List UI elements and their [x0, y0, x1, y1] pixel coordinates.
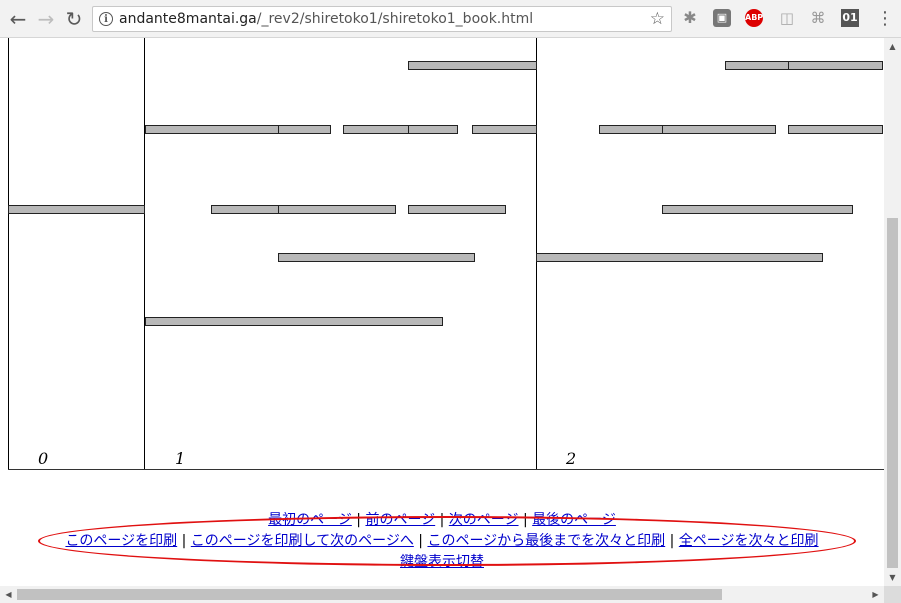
url-path: /_rev2/shiretoko1/shiretoko1_book.html: [256, 11, 534, 27]
link-separator: |: [356, 512, 361, 528]
reload-button[interactable]: ↻: [62, 7, 86, 31]
first-page-link[interactable]: 最初のページ: [268, 512, 352, 528]
page-number: 1: [175, 449, 186, 468]
forward-icon: →: [37, 7, 55, 31]
note-bar: [408, 61, 537, 70]
pdf-extension-icon[interactable]: ⌘: [809, 9, 827, 27]
horizontal-scroll-thumb[interactable]: [17, 589, 722, 600]
cast-icon[interactable]: ◫: [778, 9, 796, 27]
note-bar: [788, 125, 883, 134]
scroll-up-arrow-icon[interactable]: ▲: [884, 38, 901, 55]
link-separator: |: [669, 533, 675, 549]
horizontal-scrollbar[interactable]: ◀ ▶: [0, 586, 884, 603]
keyboard-toggle-row: 鍵盤表示切替: [0, 552, 884, 573]
scroll-right-arrow-icon[interactable]: ▶: [867, 586, 884, 603]
link-separator: |: [418, 533, 423, 549]
note-bar: [278, 125, 331, 134]
note-bar: [536, 253, 823, 262]
link-separator: |: [181, 533, 187, 549]
page-viewport: 0 1 2 最初のページ | 前のページ | 次のページ | 最後のページ この…: [0, 38, 884, 586]
print-to-end-link[interactable]: このページから最後までを次々と印刷: [427, 533, 665, 549]
browser-menu-icon[interactable]: ⋮: [876, 8, 894, 30]
print-all-pages-link[interactable]: 全ページを次々と印刷: [679, 533, 819, 549]
page-nav-row: 最初のページ | 前のページ | 次のページ | 最後のページ: [0, 510, 884, 531]
scrollbar-corner: [884, 586, 901, 603]
note-bar: [8, 205, 145, 214]
footer-links: 最初のページ | 前のページ | 次のページ | 最後のページ このページを印刷…: [0, 510, 884, 573]
note-bar: [788, 61, 883, 70]
scroll-down-arrow-icon[interactable]: ▼: [884, 569, 901, 586]
note-bar: [662, 125, 776, 134]
piano-roll-score: 0 1 2: [0, 38, 884, 508]
info-icon[interactable]: i: [99, 12, 113, 26]
note-bar: [472, 125, 537, 134]
page-divider: [8, 38, 9, 470]
vertical-scrollbar[interactable]: ▲ ▼: [884, 38, 901, 586]
note-bar: [408, 125, 458, 134]
link-separator: |: [523, 512, 528, 528]
print-this-page-link[interactable]: このページを印刷: [65, 533, 177, 549]
score-baseline: [8, 469, 884, 470]
page-number: 0: [38, 449, 49, 468]
adblock-plus-icon[interactable]: ABP: [745, 9, 763, 27]
note-bar: [278, 205, 396, 214]
vertical-scroll-thumb[interactable]: [887, 218, 898, 568]
counter-extension-icon[interactable]: 01: [841, 9, 859, 27]
page-number: 2: [566, 449, 577, 468]
url-host: andante8mantai.ga: [119, 11, 257, 27]
scroll-left-arrow-icon[interactable]: ◀: [0, 586, 17, 603]
reload-icon: ↻: [65, 7, 83, 31]
note-bar: [343, 125, 409, 134]
note-bar: [145, 125, 279, 134]
note-bar: [211, 205, 279, 214]
extension-puzzle-icon[interactable]: ✱: [681, 9, 699, 27]
last-page-link[interactable]: 最後のページ: [532, 512, 616, 528]
keyboard-toggle-link[interactable]: 鍵盤表示切替: [400, 554, 484, 570]
back-button[interactable]: ←: [6, 7, 30, 31]
note-bar: [145, 317, 443, 326]
address-bar[interactable]: i andante8mantai.ga/_rev2/shiretoko1/shi…: [92, 6, 672, 32]
next-page-link[interactable]: 次のページ: [449, 512, 519, 528]
note-bar: [278, 253, 475, 262]
browser-toolbar: ← → ↻ i andante8mantai.ga/_rev2/shiretok…: [0, 0, 901, 38]
print-links-row: このページを印刷 | このページを印刷して次のページへ | このページから最後ま…: [0, 531, 884, 552]
note-bar: [725, 61, 789, 70]
forward-button[interactable]: →: [34, 7, 58, 31]
print-and-next-link[interactable]: このページを印刷して次のページへ: [191, 533, 414, 549]
url-text[interactable]: andante8mantai.ga/_rev2/shiretoko1/shire…: [119, 11, 533, 27]
extension-bag-icon[interactable]: ▣: [713, 9, 731, 27]
note-bar: [408, 205, 506, 214]
note-bar: [662, 205, 853, 214]
back-icon: ←: [9, 7, 27, 31]
page-divider: [144, 38, 145, 470]
link-separator: |: [439, 512, 445, 528]
bookmark-star-icon[interactable]: ☆: [650, 9, 665, 29]
note-bar: [599, 125, 663, 134]
previous-page-link[interactable]: 前のページ: [365, 512, 435, 528]
